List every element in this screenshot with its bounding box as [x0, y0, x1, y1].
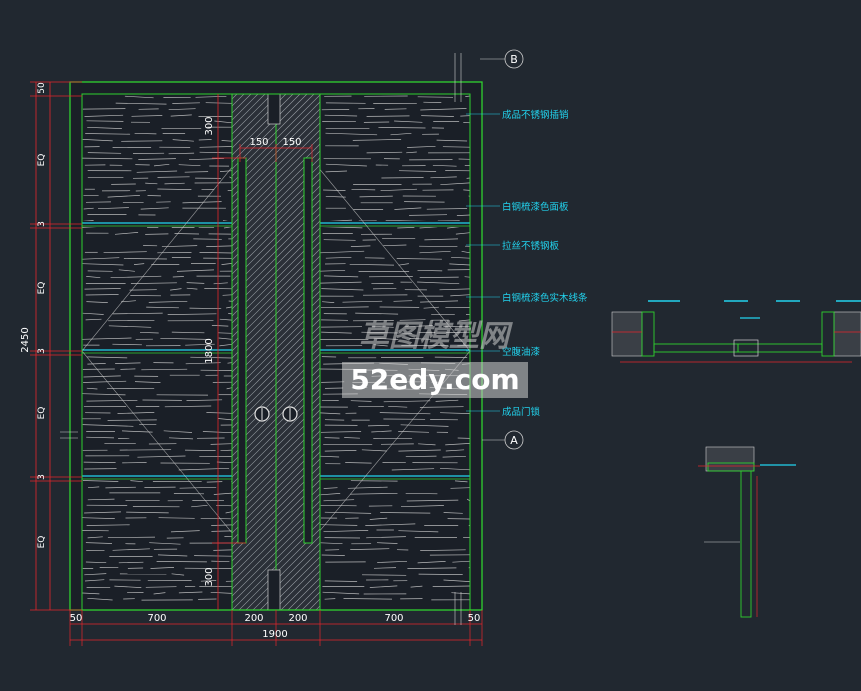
grain-stroke	[206, 481, 223, 483]
dim-bottom-1: 700	[147, 613, 166, 624]
grain-stroke	[460, 115, 471, 117]
grid-label-a: A	[510, 434, 518, 447]
grain-stroke	[381, 177, 424, 179]
grain-stroke	[200, 517, 231, 520]
grain-stroke	[198, 226, 215, 229]
cad-drawing-canvas: 2450 50 EQ 3 EQ 3 EQ 3 EQ 300 1800 300 1…	[0, 0, 861, 691]
grain-stroke	[222, 294, 233, 296]
dim-overall-height: 2450	[20, 327, 31, 352]
plan-wall-left	[611, 311, 643, 357]
grain-stroke	[442, 146, 471, 148]
glass-slot	[237, 157, 247, 544]
grain-stroke	[417, 96, 454, 98]
flush-bolt	[267, 569, 281, 611]
dim-left-4: 3	[37, 348, 47, 354]
grain-stroke	[464, 276, 471, 278]
grain-stroke	[418, 573, 463, 575]
grain-stroke	[82, 108, 126, 110]
dim-left-2: 3	[37, 221, 47, 227]
grain-stroke	[211, 530, 233, 532]
grain-stroke	[198, 139, 212, 141]
grain-stroke	[419, 276, 459, 278]
dim-center-1: 1800	[204, 338, 215, 363]
dim-bottom-2: 200	[244, 613, 263, 624]
dim-left-3: EQ	[37, 282, 47, 295]
grain-stroke	[463, 189, 471, 191]
grain-stroke	[419, 245, 458, 248]
dim-bottom-0: 50	[70, 613, 83, 624]
grain-stroke	[405, 492, 438, 495]
dim-top-0: 150	[249, 137, 268, 148]
annotation-3: 白钢梳漆色实木线条	[502, 292, 588, 304]
grain-stroke	[123, 258, 167, 260]
grain-stroke	[120, 368, 136, 370]
grain-stroke	[321, 554, 345, 556]
grain-stroke	[404, 201, 445, 203]
grain-stroke	[121, 140, 163, 142]
center-hatch-strip	[232, 93, 320, 611]
dim-left-6: 3	[37, 474, 47, 480]
grain-stroke	[85, 294, 119, 296]
grain-stroke	[216, 504, 233, 507]
watermark-line1: 草图模型网	[359, 319, 513, 354]
grid-label-b: B	[510, 53, 518, 66]
grain-stroke	[108, 319, 155, 322]
watermark-line2: 52edy.com	[350, 363, 519, 396]
annotation-1: 白钢梳漆色面板	[502, 201, 569, 213]
dim-center-0: 300	[204, 116, 215, 135]
section-head-wall	[705, 446, 755, 472]
dim-bottom-3: 200	[288, 613, 307, 624]
dim-bottom-5: 50	[468, 613, 481, 624]
plan-wall-right	[833, 311, 861, 357]
dim-top-1: 150	[282, 137, 301, 148]
dim-left-7: EQ	[37, 536, 47, 549]
grain-stroke	[366, 115, 410, 117]
grain-stroke	[145, 233, 169, 235]
grain-stroke	[156, 561, 207, 563]
grain-stroke	[218, 332, 233, 334]
grain-stroke	[213, 549, 233, 551]
glass-slot	[303, 157, 313, 544]
dim-overall-width: 1900	[262, 629, 287, 640]
dim-left-1: EQ	[37, 154, 47, 167]
annotation-0: 成品不锈钢插销	[502, 109, 569, 121]
grain-stroke	[324, 437, 340, 439]
dim-left-0: 50	[37, 82, 47, 94]
grain-stroke	[172, 276, 184, 278]
dim-center-2: 300	[204, 567, 215, 586]
grain-stroke	[320, 504, 357, 507]
grain-stroke	[361, 574, 407, 576]
grain-stroke	[107, 419, 157, 421]
annotation-2: 拉丝不锈钢板	[502, 240, 560, 252]
annotation-5: 成品门锁	[502, 406, 541, 418]
dim-bottom-4: 700	[384, 613, 403, 624]
dim-left-5: EQ	[37, 407, 47, 420]
grain-stroke	[184, 449, 216, 451]
grain-stroke	[83, 461, 116, 463]
flush-bolt	[267, 93, 281, 125]
